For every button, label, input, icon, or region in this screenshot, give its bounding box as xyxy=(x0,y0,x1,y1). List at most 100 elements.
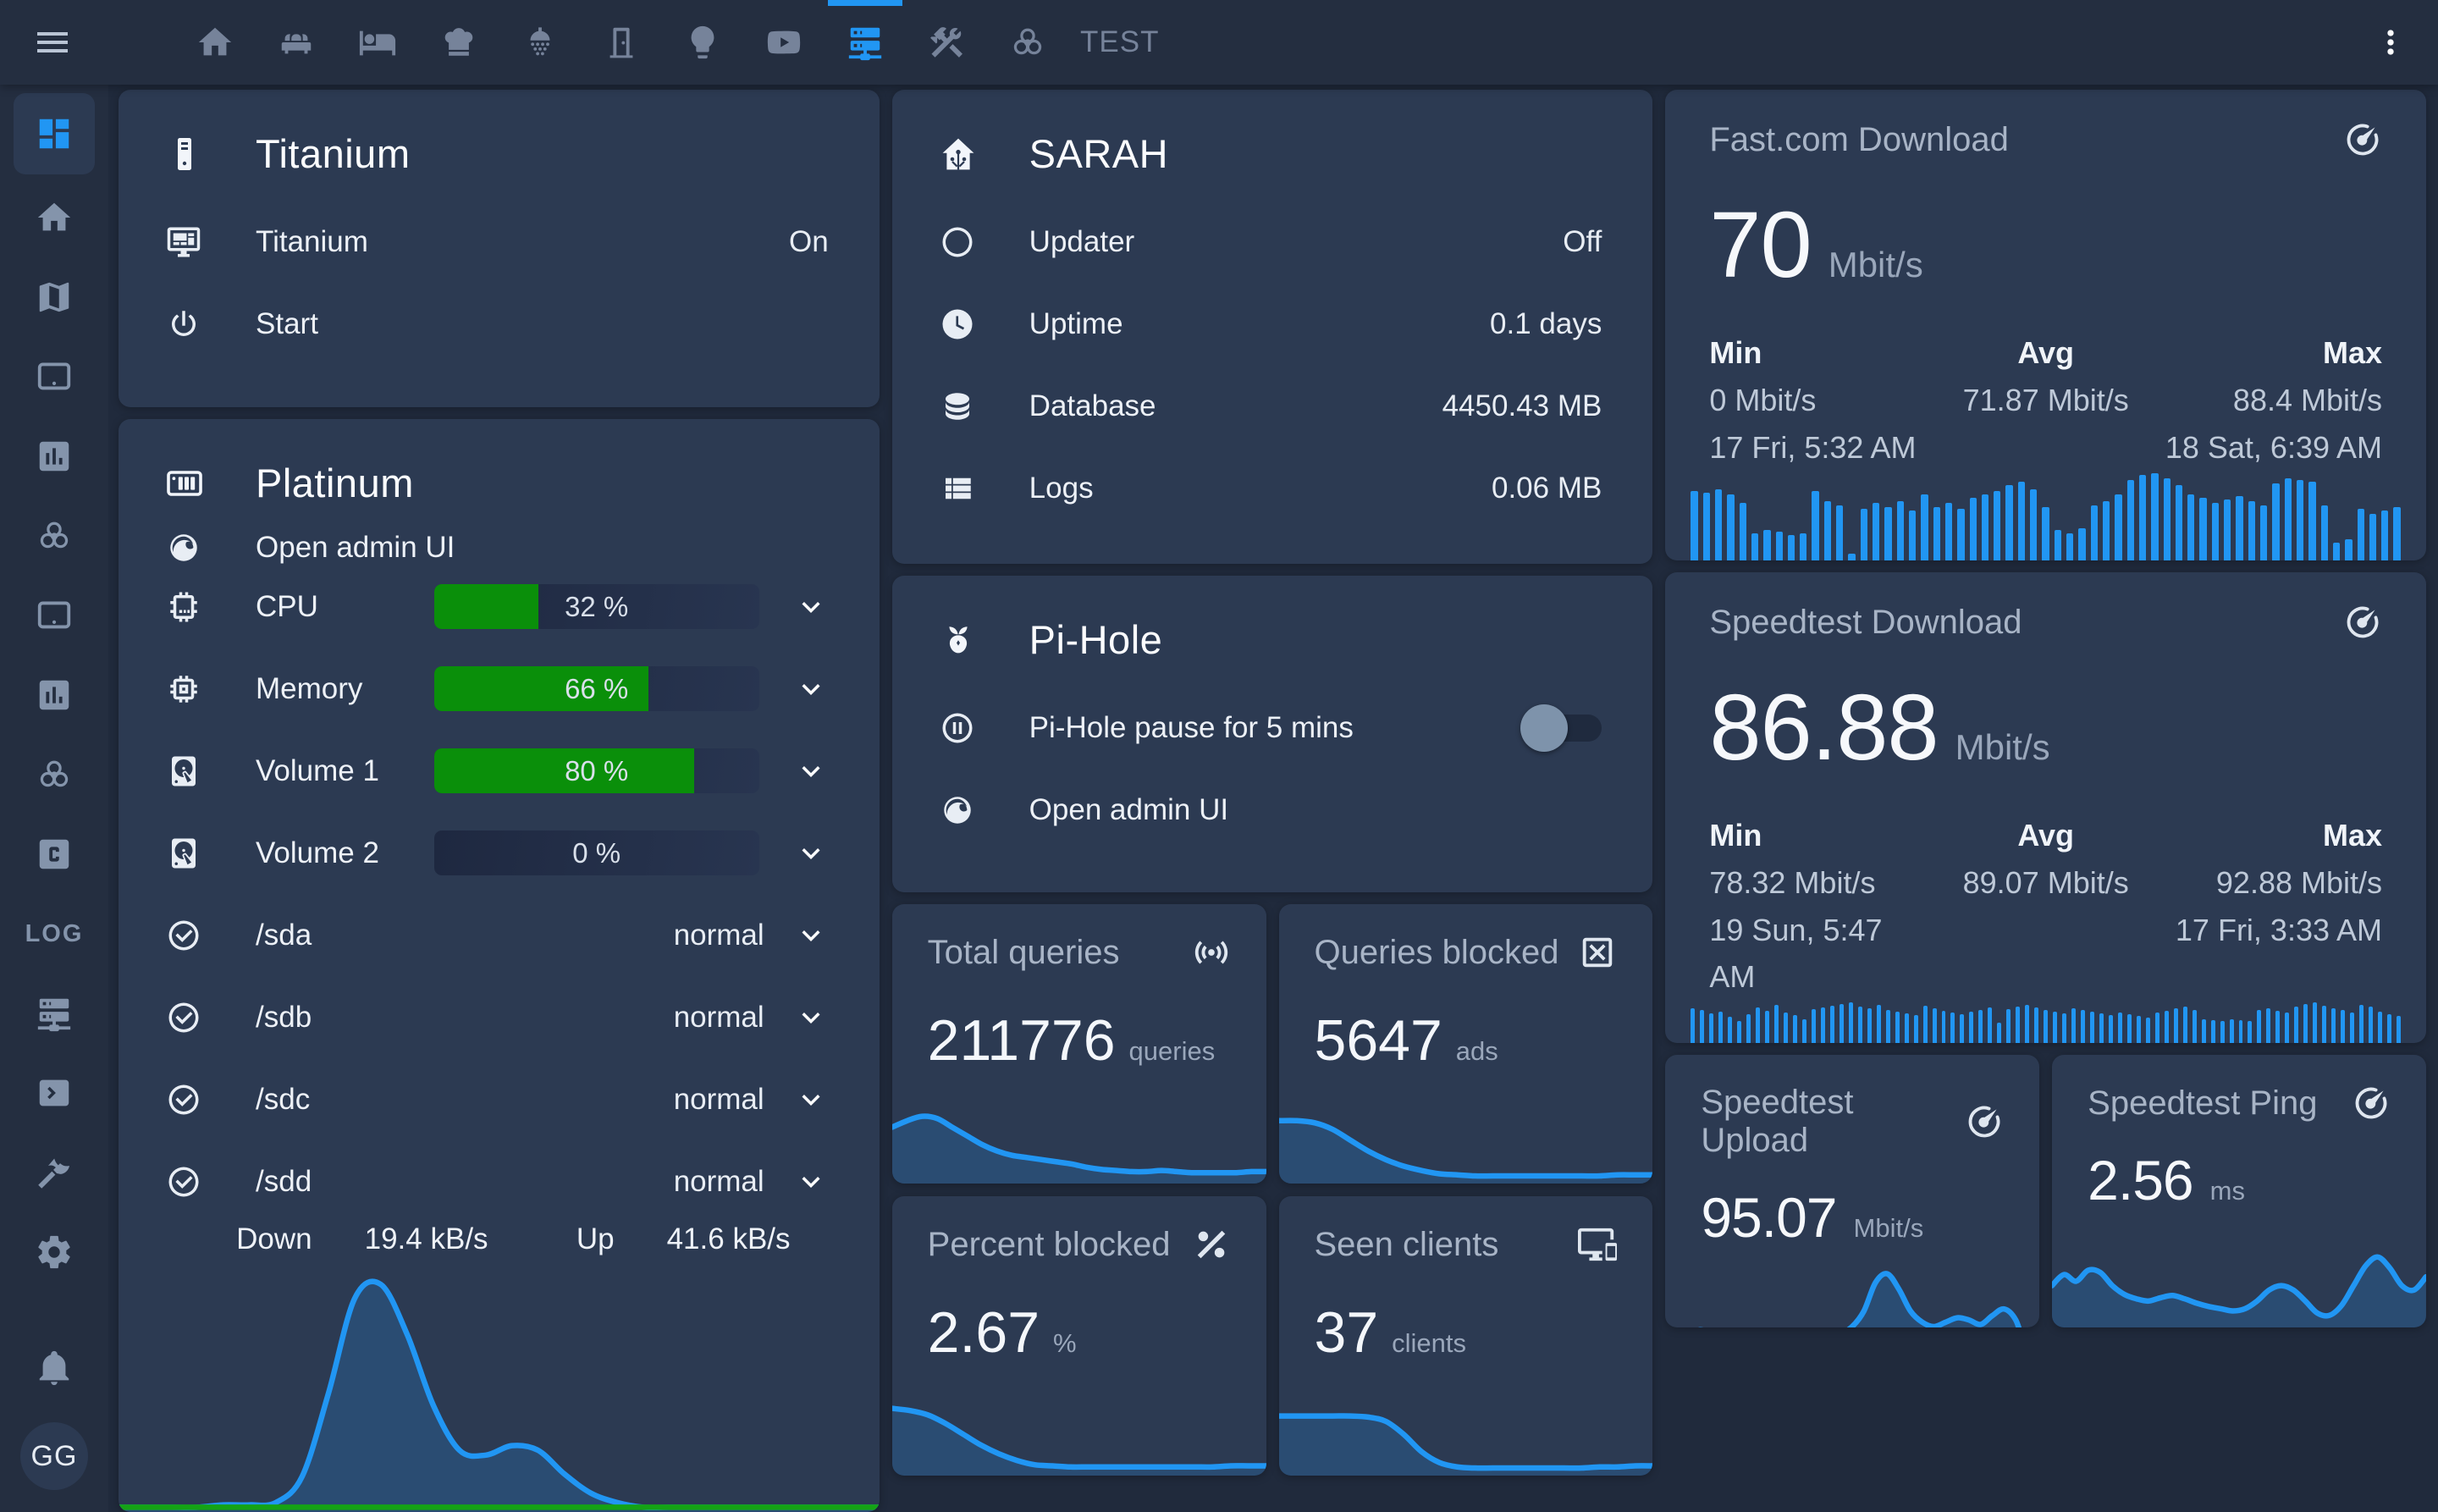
pihole-pause-toggle[interactable] xyxy=(1527,715,1602,742)
tab-bathroom[interactable] xyxy=(499,0,581,85)
max-label: Max xyxy=(2158,329,2382,377)
tab-home[interactable] xyxy=(174,0,256,85)
gauge-icon xyxy=(1965,1102,2004,1141)
tab-lights[interactable] xyxy=(662,0,743,85)
chevron-down-icon[interactable] xyxy=(793,671,829,707)
nav-tabs: TEST xyxy=(174,0,1171,85)
chevron-down-icon[interactable] xyxy=(793,836,829,871)
chevron-down-icon[interactable] xyxy=(793,1000,829,1035)
speed-unit: ms xyxy=(2210,1176,2245,1206)
tab-quarantine[interactable] xyxy=(987,0,1068,85)
memory-icon xyxy=(166,671,203,707)
open-admin-ui-label: Open admin UI xyxy=(256,531,455,565)
sidebar-item-tablet-2[interactable] xyxy=(14,576,95,655)
speed-unit: Mbit/s xyxy=(1828,245,1923,285)
sidebar-item-stats-2[interactable] xyxy=(14,655,95,735)
speed-title: Speedtest Ping xyxy=(2088,1084,2317,1123)
tab-bedroom[interactable] xyxy=(337,0,418,85)
entity-row-updater[interactable]: UpdaterOff xyxy=(892,201,1653,283)
entity-row-uptime[interactable]: Uptime0.1 days xyxy=(892,283,1653,365)
harddisk-icon xyxy=(166,753,203,789)
column-left: Titanium TitaniumOnStart Platinum Open a… xyxy=(119,90,880,1512)
tab-network[interactable] xyxy=(825,0,906,85)
disk-row-sdb: /sdbnormal xyxy=(119,976,880,1058)
avg-label: Avg xyxy=(1933,812,2158,859)
sidebar-item-map[interactable] xyxy=(14,257,95,337)
tab-living-room[interactable] xyxy=(256,0,337,85)
progress-bar: 80 % xyxy=(434,748,759,793)
access-point-icon xyxy=(1192,933,1231,972)
min-avg-max: Min 0 Mbit/s 17 Fri, 5:32 AM Avg 71.87 M… xyxy=(1709,329,2382,471)
kebab-menu-icon[interactable] xyxy=(2372,24,2409,61)
sidebar-item-quarantine-1[interactable] xyxy=(14,496,95,576)
menu-icon[interactable] xyxy=(32,22,73,63)
platinum-open-admin-ui[interactable]: Open admin UI xyxy=(119,530,880,566)
entity-row-titanium[interactable]: TitaniumOn xyxy=(119,201,880,283)
speed-unit: Mbit/s xyxy=(1955,727,2050,768)
max-date: 18 Sat, 6:39 AM xyxy=(2158,424,2382,472)
stat-title: Seen clients xyxy=(1315,1226,1499,1264)
card-platinum-header: Platinum xyxy=(119,453,880,530)
sidebar-item-tools[interactable] xyxy=(14,1133,95,1212)
sidebar-item-settings[interactable] xyxy=(14,1212,95,1292)
chevron-down-icon[interactable] xyxy=(793,589,829,625)
sidebar-item-stats-1[interactable] xyxy=(14,417,95,496)
stat-value: 211776 xyxy=(928,1007,1116,1073)
tab-hallway[interactable] xyxy=(581,0,662,85)
min-date: 19 Sun, 5:47 AM xyxy=(1709,907,1933,1002)
sidebar-item-terminal[interactable] xyxy=(14,1053,95,1133)
avg-value: 89.07 Mbit/s xyxy=(1933,859,2158,907)
avatar[interactable]: GG xyxy=(20,1422,88,1490)
sidebar-item-network[interactable] xyxy=(14,974,95,1053)
stat-chart xyxy=(892,1367,1266,1476)
down-label: Down xyxy=(236,1222,312,1256)
sidebar-item-quarantine-2[interactable] xyxy=(14,735,95,814)
speed-value: 86.88 xyxy=(1709,674,1938,781)
percent-icon xyxy=(1192,1225,1231,1264)
pihole-stats-grid: Total queries 211776 queries Queries blo… xyxy=(892,904,1653,1476)
server-tower-icon xyxy=(164,134,205,174)
sidebar-item-tablet-1[interactable] xyxy=(14,337,95,417)
speed-value: 2.56 xyxy=(2088,1148,2193,1212)
progress-bar: 66 % xyxy=(434,666,759,711)
pihole-open-admin-ui[interactable]: Open admin UI xyxy=(892,769,1653,851)
min-label: Min xyxy=(1709,812,1933,859)
speed-unit: Mbit/s xyxy=(1854,1213,1924,1244)
tab-tools[interactable] xyxy=(906,0,987,85)
speed-value: 95.07 xyxy=(1701,1185,1836,1250)
speedtest-bar-chart xyxy=(1687,1001,2404,1043)
chevron-down-icon[interactable] xyxy=(793,918,829,953)
max-value: 88.4 Mbit/s xyxy=(2158,377,2382,424)
entity-row-logs[interactable]: Logs0.06 MB xyxy=(892,447,1653,529)
monitor-cellphone-icon xyxy=(1578,1225,1617,1264)
sidebar-item-home[interactable] xyxy=(14,178,95,257)
card-speedtest-download: Speedtest Download 86.88 Mbit/s Min 78.3… xyxy=(1665,572,2426,1043)
min-avg-max: Min 78.32 Mbit/s 19 Sun, 5:47 AM Avg 89.… xyxy=(1709,812,2382,1001)
tab-kitchen[interactable] xyxy=(418,0,499,85)
stat-title: Queries blocked xyxy=(1315,934,1559,972)
network-down: Down 19.4 kB/s xyxy=(207,1222,488,1256)
disk-row-sda: /sdanormal xyxy=(119,894,880,976)
entity-row-start[interactable]: Start xyxy=(119,283,880,365)
sidebar-item-c-module[interactable] xyxy=(14,814,95,894)
card-platinum: Platinum Open admin UI CPU32 %Memory66 %… xyxy=(119,419,880,1512)
home-assistant-icon xyxy=(938,134,979,174)
tab-test[interactable]: TEST xyxy=(1068,0,1171,85)
stat-chart xyxy=(1279,1075,1653,1184)
card-sarah: SARAH UpdaterOffUptime0.1 daysDatabase44… xyxy=(892,90,1653,564)
min-value: 78.32 Mbit/s xyxy=(1709,859,1933,907)
tab-media[interactable] xyxy=(743,0,825,85)
notifications-bell-icon[interactable] xyxy=(14,1327,95,1407)
card-sarah-header: SARAH xyxy=(892,124,1653,201)
chevron-down-icon[interactable] xyxy=(793,1164,829,1200)
column-middle: SARAH UpdaterOffUptime0.1 daysDatabase44… xyxy=(892,90,1653,1512)
chevron-down-icon[interactable] xyxy=(793,753,829,789)
up-label: Up xyxy=(576,1222,615,1256)
sidebar-item-log[interactable]: LOG xyxy=(14,894,95,974)
avg-label: Avg xyxy=(1933,329,2158,377)
chevron-down-icon[interactable] xyxy=(793,1082,829,1117)
sidebar-item-dashboard[interactable] xyxy=(14,93,95,174)
card-pihole: Pi-Hole Pi-Hole pause for 5 mins Open ad… xyxy=(892,576,1653,892)
entity-row-database[interactable]: Database4450.43 MB xyxy=(892,365,1653,447)
toggle-knob xyxy=(1520,704,1568,752)
